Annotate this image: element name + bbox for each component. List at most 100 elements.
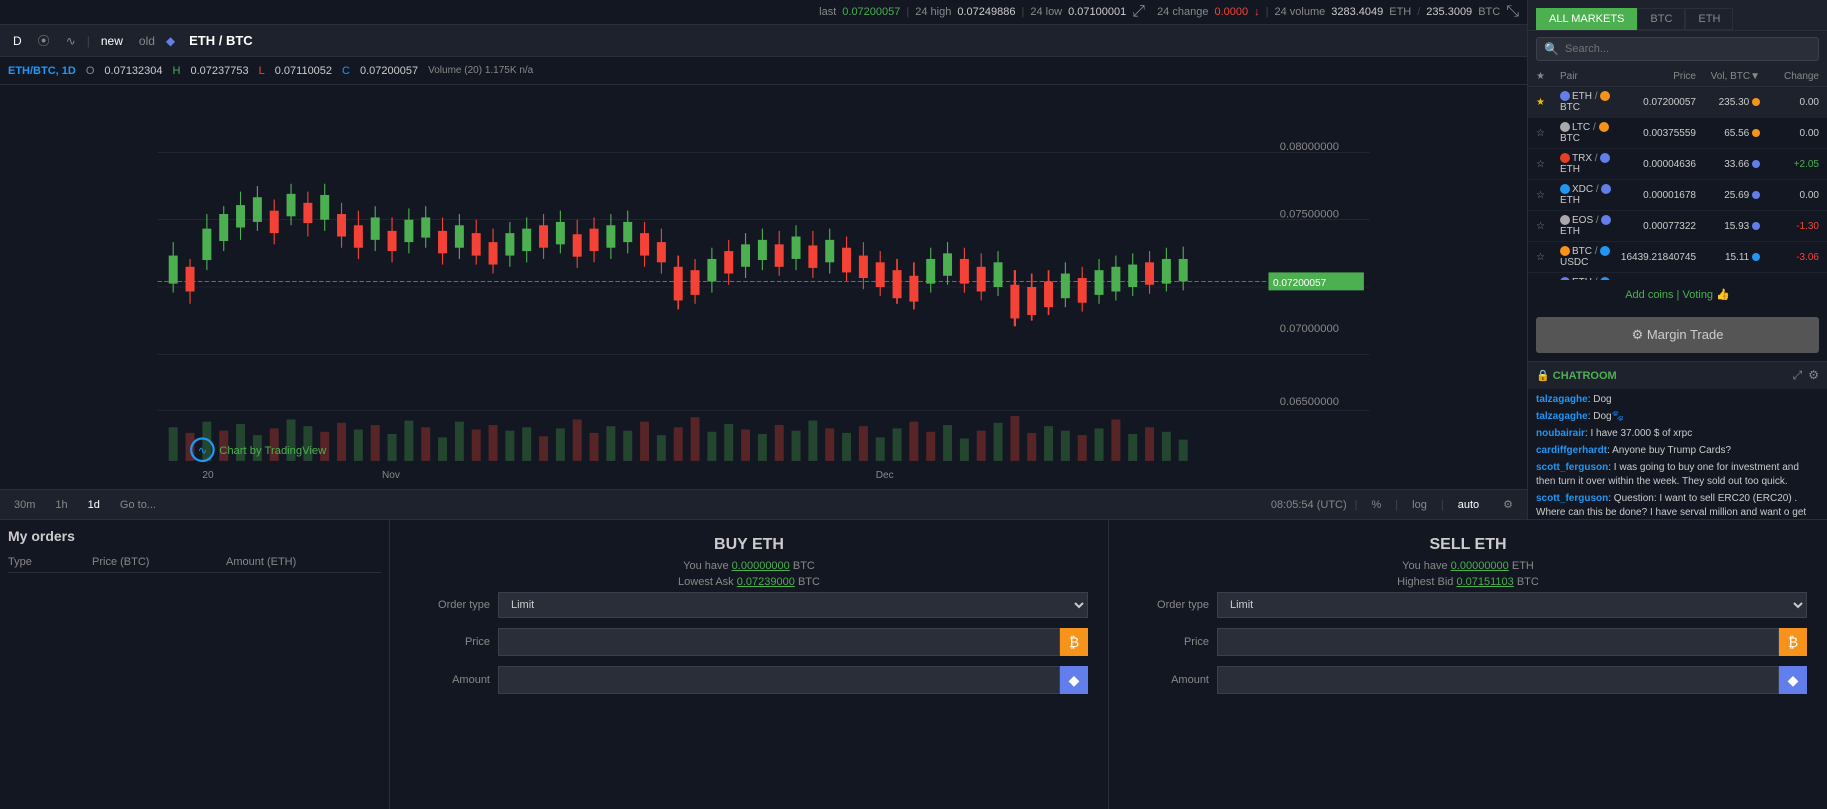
sell-title: SELL ETH: [1129, 536, 1807, 554]
price-cell: 0.00077322: [1630, 221, 1696, 232]
goto-button[interactable]: Go to...: [114, 497, 162, 513]
buy-amount-field[interactable]: [498, 666, 1060, 694]
vol-cell: 235.30: [1700, 97, 1760, 108]
market-row[interactable]: ☆ ETH / USDC 1248.80636378 14.04 +5.64: [1528, 273, 1827, 280]
tab-eth[interactable]: ETH: [1685, 8, 1733, 30]
search-icon: 🔍: [1544, 42, 1559, 56]
market-row[interactable]: ★ ETH / BTC 0.07200057 235.30 0.00: [1528, 87, 1827, 118]
percent-button[interactable]: %: [1366, 497, 1388, 513]
chatroom-settings-icon[interactable]: ⚙: [1808, 368, 1819, 383]
auto-button[interactable]: auto: [1452, 497, 1485, 513]
svg-text:20: 20: [202, 470, 214, 481]
chatroom: 🔒 CHATROOM ⤢ ⚙ talzagaghe: Dogtalzagaghe…: [1528, 361, 1827, 519]
ohlc-h-label: H: [173, 65, 181, 77]
line-button[interactable]: ∿: [61, 32, 81, 50]
tab-btc[interactable]: BTC: [1637, 8, 1685, 30]
star-icon[interactable]: ☆: [1536, 252, 1556, 263]
tab-all-markets[interactable]: ALL MARKETS: [1536, 8, 1637, 30]
sell-price-row: Price ₿: [1129, 628, 1807, 656]
price-header: last 0.07200057 | 24 high 0.07249886 | 2…: [0, 0, 1527, 25]
chart-canvas[interactable]: 0.08000000 0.07500000 0.07000000 0.06500…: [0, 85, 1527, 489]
sell-highest-bid: Highest Bid 0.07151103 BTC: [1129, 576, 1807, 588]
star-icon[interactable]: ☆: [1536, 221, 1556, 232]
buy-lowest-ask: Lowest Ask 0.07239000 BTC: [410, 576, 1088, 588]
ohlc-c-val: 0.07200057: [360, 65, 418, 77]
buy-price-input: ₿: [498, 628, 1088, 656]
star-icon[interactable]: ☆: [1536, 159, 1556, 170]
margin-trade-button[interactable]: ⚙ Margin Trade: [1536, 317, 1819, 353]
buy-price-coin-badge: ₿: [1060, 628, 1088, 656]
change24-val: 0.0000: [1214, 6, 1248, 18]
separator3: |: [1266, 6, 1269, 18]
buy-order-type-select[interactable]: Limit Market Stop-Limit: [498, 592, 1088, 618]
market-rows: ★ ETH / BTC 0.07200057 235.30 0.00 ☆ LTC…: [1528, 87, 1827, 280]
l24-price: 0.07100001: [1068, 6, 1126, 18]
change-cell: -1.30: [1764, 221, 1819, 232]
vol24-btc: 235.3009: [1426, 6, 1472, 18]
market-search-input[interactable]: [1536, 37, 1819, 61]
chat-message: talzagaghe: Dog: [1536, 393, 1819, 407]
vol24-label: 24 volume: [1274, 6, 1325, 18]
pair-label: ETH / BTC: [189, 33, 253, 48]
chatroom-expand-icon[interactable]: ⤢: [1793, 368, 1803, 383]
market-row[interactable]: ☆ EOS / ETH 0.00077322 15.93 -1.30: [1528, 211, 1827, 242]
orders-title: My orders: [8, 528, 381, 544]
settings-icon[interactable]: ⚙: [1497, 496, 1519, 513]
chat-messages: talzagaghe: Dogtalzagaghe: Dog🐾noubairai…: [1528, 389, 1827, 519]
interval-30m[interactable]: 30m: [8, 497, 41, 513]
chat-username: scott_ferguson: [1536, 462, 1608, 473]
col-vol: Vol, BTC▼: [1700, 71, 1760, 82]
sell-amount-field[interactable]: [1217, 666, 1779, 694]
vol-cell: 15.93: [1700, 221, 1760, 232]
fullscreen-button[interactable]: ⤡: [1506, 3, 1519, 21]
buy-you-have: You have 0.00000000 BTC: [410, 560, 1088, 572]
add-coins-link[interactable]: Add coins | Voting 👍: [1528, 280, 1827, 309]
interval-1h[interactable]: 1h: [49, 497, 73, 513]
vol24-btc-unit: BTC: [1478, 6, 1500, 18]
candle-button[interactable]: ⦿: [33, 30, 55, 51]
buy-panel: BUY ETH You have 0.00000000 BTC Lowest A…: [390, 520, 1109, 809]
market-row[interactable]: ☆ XDC / ETH 0.00001678 25.69 0.00: [1528, 180, 1827, 211]
trade-panels: BUY ETH You have 0.00000000 BTC Lowest A…: [390, 520, 1827, 809]
market-row[interactable]: ☆ TRX / ETH 0.00004636 33.66 +2.05: [1528, 149, 1827, 180]
buy-order-type-input: Limit Market Stop-Limit: [498, 592, 1088, 618]
sell-price-label: Price: [1129, 636, 1209, 648]
market-row[interactable]: ☆ BTC / USDC 16439.21840745 15.11 -3.06: [1528, 242, 1827, 273]
separator4: /: [1417, 6, 1420, 18]
pair-name: TRX / ETH: [1560, 153, 1626, 175]
ohlc-o-val: 0.07132304: [104, 65, 162, 77]
star-icon[interactable]: ☆: [1536, 128, 1556, 139]
sell-order-type-select[interactable]: Limit Market Stop-Limit: [1217, 592, 1807, 618]
sell-price-field[interactable]: [1217, 628, 1779, 656]
chat-username: cardiffgerhardt: [1536, 445, 1607, 456]
vol-cell: 33.66: [1700, 159, 1760, 170]
chat-text: : Anyone buy Trump Cards?: [1607, 445, 1731, 456]
old-button[interactable]: old: [134, 32, 160, 50]
d-button[interactable]: D: [8, 32, 27, 50]
star-icon[interactable]: ★: [1536, 97, 1556, 108]
new-button[interactable]: new: [96, 32, 128, 50]
market-tabs: ALL MARKETS BTC ETH: [1528, 0, 1827, 31]
col-change: Change: [1764, 71, 1819, 82]
chatroom-header: 🔒 CHATROOM ⤢ ⚙: [1528, 361, 1827, 389]
star-icon[interactable]: ☆: [1536, 190, 1556, 201]
log-button[interactable]: log: [1406, 497, 1433, 513]
vol-cell: 65.56: [1700, 128, 1760, 139]
eth-icon-toolbar: ◆: [166, 34, 175, 48]
svg-text:0.07000000: 0.07000000: [1280, 323, 1339, 335]
expand-button[interactable]: ⤢: [1132, 3, 1145, 21]
orders-header: Type Price (BTC) Amount (ETH): [8, 552, 381, 573]
chat-message: cardiffgerhardt: Anyone buy Trump Cards?: [1536, 444, 1819, 458]
interval-1d[interactable]: 1d: [82, 497, 106, 513]
ohlc-c-label: C: [342, 65, 350, 77]
separator2: |: [1021, 6, 1024, 18]
h24-price: 0.07249886: [957, 6, 1015, 18]
change-cell: +2.05: [1764, 159, 1819, 170]
buy-price-label: Price: [410, 636, 490, 648]
buy-price-field[interactable]: [498, 628, 1060, 656]
orders-col-price: Price (BTC): [92, 556, 222, 568]
ohlc-pair: ETH/BTC, 1D: [8, 65, 76, 77]
market-row[interactable]: ☆ LTC / BTC 0.00375559 65.56 0.00: [1528, 118, 1827, 149]
pair-name: BTC / USDC: [1560, 246, 1617, 268]
market-search-container: 🔍: [1528, 31, 1827, 67]
